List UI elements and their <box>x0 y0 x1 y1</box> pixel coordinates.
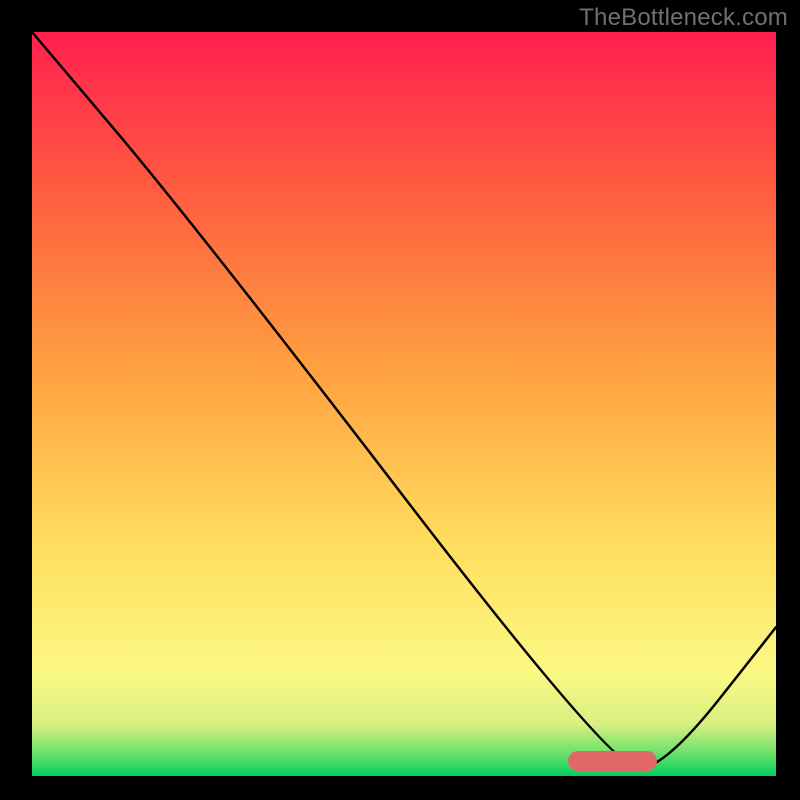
plot-area <box>32 32 776 776</box>
optimal-range-marker <box>568 751 657 771</box>
watermark-text: TheBottleneck.com <box>579 4 788 32</box>
chart-frame: TheBottleneck.com <box>0 0 800 800</box>
gradient-rect <box>32 32 776 776</box>
chart-svg <box>32 32 776 776</box>
